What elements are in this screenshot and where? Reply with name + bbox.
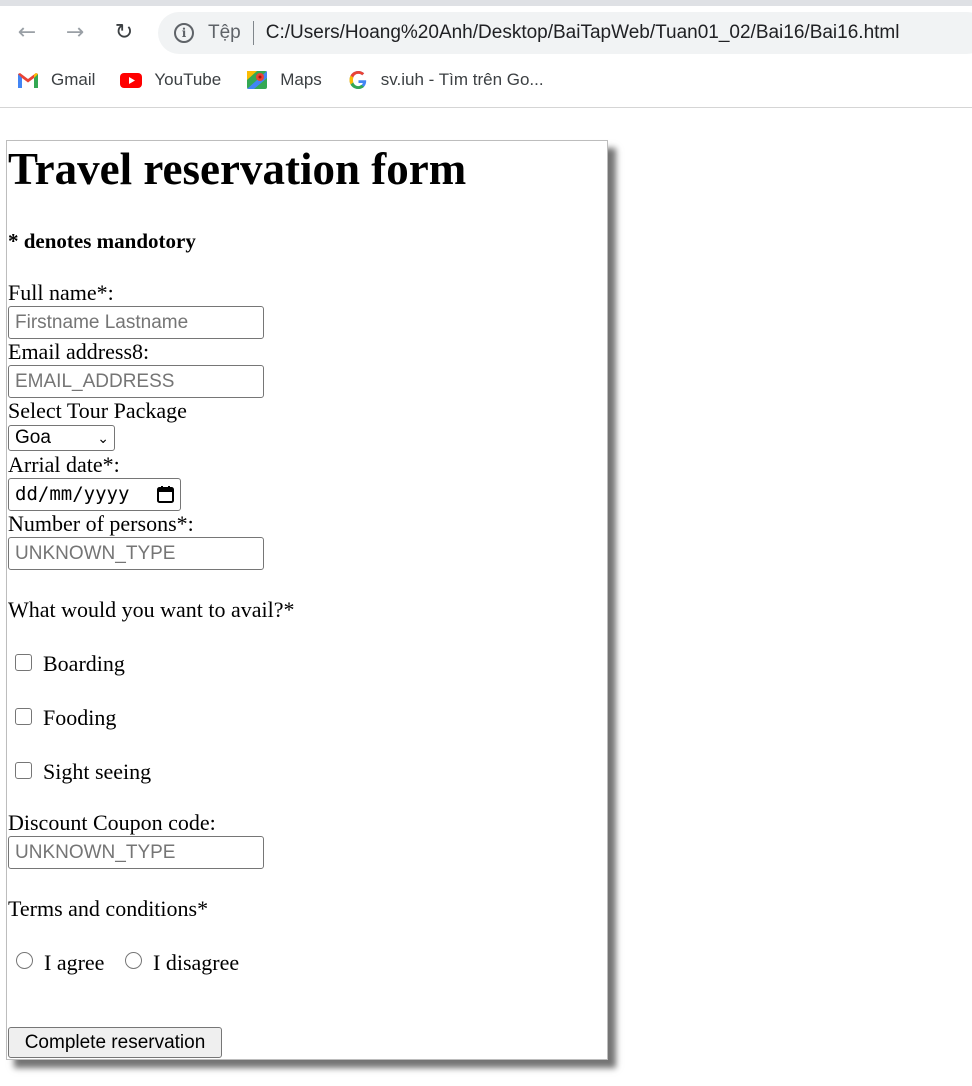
calendar-icon[interactable]: [156, 485, 175, 504]
coupon-placeholder: UNKNOWN_TYPE: [15, 842, 176, 863]
complete-reservation-button[interactable]: Complete reservation: [8, 1027, 222, 1058]
address-bar[interactable]: i Tệp C:/Users/Hoang%20Anh/Desktop/BaiTa…: [158, 12, 972, 54]
mandatory-note: * denotes mandotory: [8, 229, 196, 253]
boarding-label: Boarding: [43, 651, 125, 676]
tour-package-select[interactable]: Goa ⌄: [8, 425, 115, 451]
arrival-date-label: Arrial date*:: [8, 452, 120, 477]
bookmark-youtube[interactable]: YouTube: [119, 70, 221, 90]
bookmark-google-search[interactable]: sv.iuh - Tìm trên Go...: [346, 70, 544, 90]
sight-seeing-label: Sight seeing: [43, 759, 152, 784]
full-name-input[interactable]: Firstname Lastname: [8, 306, 264, 339]
bookmarks-bar: Gmail YouTube Maps sv.iuh - Tìm trên Go.…: [0, 62, 972, 98]
gmail-icon: [18, 73, 38, 88]
disagree-radio[interactable]: [125, 952, 142, 969]
tour-package-label: Select Tour Package: [8, 398, 187, 423]
persons-input[interactable]: UNKNOWN_TYPE: [8, 537, 264, 570]
coupon-label: Discount Coupon code:: [8, 810, 216, 835]
address-url[interactable]: C:/Users/Hoang%20Anh/Desktop/BaiTapWeb/T…: [266, 22, 900, 44]
fooding-label: Fooding: [43, 705, 117, 730]
forward-button[interactable]: →: [57, 14, 93, 50]
address-separator: [252, 21, 254, 45]
boarding-checkbox[interactable]: [15, 654, 32, 671]
arrival-date-placeholder: dd/mm/yyyy: [15, 483, 130, 505]
coupon-input[interactable]: UNKNOWN_TYPE: [8, 836, 264, 869]
disagree-label: I disagree: [153, 950, 240, 975]
tour-package-value: Goa: [15, 427, 51, 448]
arrival-date-input[interactable]: dd/mm/yyyy: [8, 478, 181, 511]
full-name-label: Full name*:: [8, 280, 114, 305]
email-input[interactable]: EMAIL_ADDRESS: [8, 365, 264, 398]
fooding-checkbox[interactable]: [15, 708, 32, 725]
reservation-form: Travel reservation form * denotes mandot…: [6, 140, 608, 1060]
page-title: Travel reservation form: [8, 144, 467, 194]
google-icon: [349, 71, 366, 89]
bookmark-label: Maps: [280, 70, 322, 89]
bookmark-label: YouTube: [154, 70, 222, 89]
reload-button[interactable]: ↻: [106, 14, 142, 50]
bookmark-label: sv.iuh - Tìm trên Go...: [380, 70, 544, 89]
chevron-down-icon: ⌄: [97, 431, 109, 447]
agree-radio[interactable]: [16, 952, 33, 969]
youtube-icon: [120, 73, 143, 88]
tab-strip-edge: [0, 0, 972, 6]
browser-chrome: ← → ↻ i Tệp C:/Users/Hoang%20Anh/Desktop…: [0, 0, 972, 108]
bookmark-label: Gmail: [51, 70, 96, 89]
arrow-right-icon: →: [65, 19, 85, 45]
persons-label: Number of persons*:: [8, 511, 194, 536]
email-label: Email address8:: [8, 339, 150, 364]
reload-icon: ↻: [114, 19, 134, 45]
arrow-left-icon: ←: [17, 19, 37, 45]
sight-seeing-checkbox[interactable]: [15, 762, 32, 779]
back-button[interactable]: ←: [9, 14, 45, 50]
address-scheme: Tệp: [208, 22, 241, 43]
email-placeholder: EMAIL_ADDRESS: [15, 371, 175, 392]
terms-label: Terms and conditions*: [8, 896, 209, 921]
persons-placeholder: UNKNOWN_TYPE: [15, 543, 176, 564]
full-name-placeholder: Firstname Lastname: [15, 312, 189, 333]
info-icon[interactable]: i: [174, 23, 194, 43]
agree-label: I agree: [44, 950, 105, 975]
avail-question: What would you want to avail?*: [8, 597, 295, 622]
bookmark-maps[interactable]: Maps: [245, 70, 322, 90]
bookmark-gmail[interactable]: Gmail: [16, 70, 95, 90]
maps-icon: [247, 71, 268, 89]
